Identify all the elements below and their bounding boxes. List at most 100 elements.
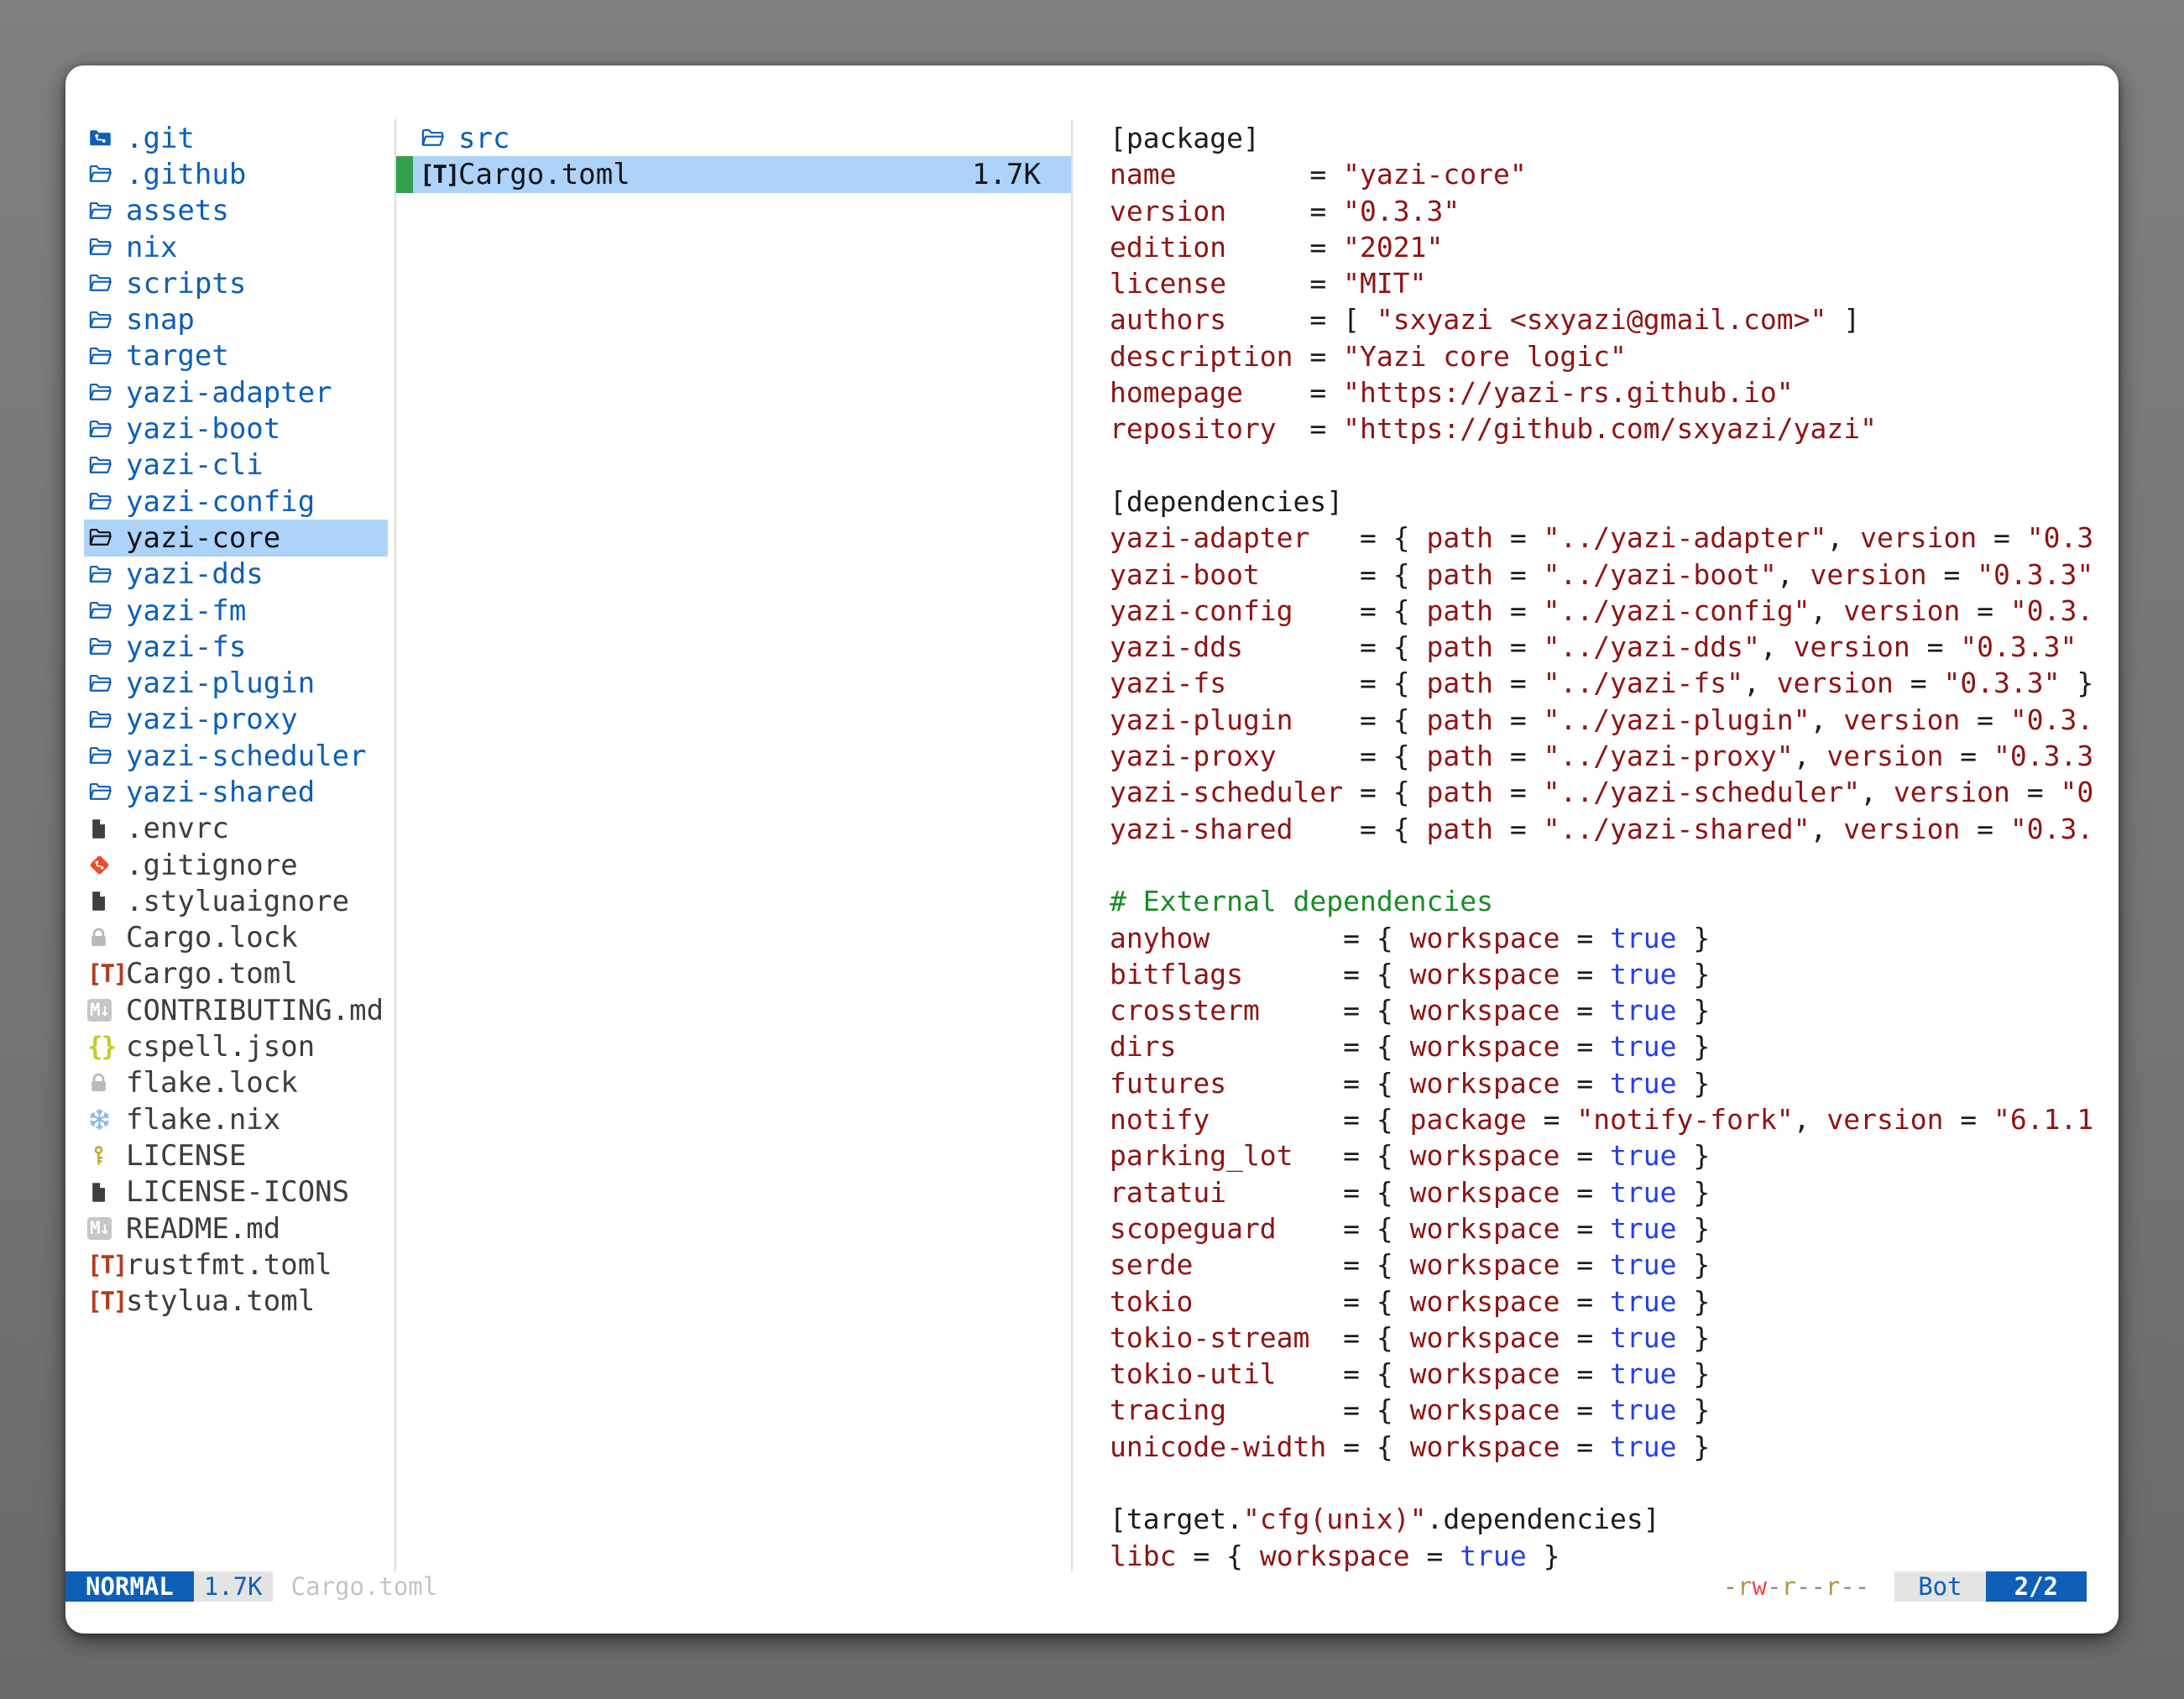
preview-line: authors = [ "sxyazi <sxyazi@gmail.com>" … [1110, 301, 2119, 337]
dir-row[interactable]: yazi-config [84, 484, 388, 520]
file-row[interactable]: flake.nix [84, 1101, 388, 1137]
file-row[interactable]: [T]Cargo.toml [84, 956, 388, 992]
file-row[interactable]: LICENSE-ICONS [84, 1174, 388, 1210]
file-name: snap [126, 303, 195, 337]
pane-separator [1071, 119, 1073, 1571]
file-name: LICENSE-ICONS [126, 1175, 349, 1209]
folder-icon [87, 489, 126, 515]
preview-line: # External dependencies [1110, 883, 2119, 919]
dir-row[interactable]: yazi-shared [84, 774, 388, 810]
preview-line: libc = { workspace = true } [1110, 1538, 2119, 1571]
dir-row[interactable]: yazi-core [84, 520, 388, 556]
git-icon [87, 853, 126, 877]
status-right-group: -rw-r--r-- Bot 2/2 [1723, 1571, 2087, 1602]
dir-row[interactable]: yazi-dds [84, 557, 388, 593]
preview-line: edition = "2021" [1110, 229, 2119, 265]
file-name: yazi-proxy [126, 703, 298, 736]
braces-icon: {} [87, 1032, 126, 1062]
folder-icon [87, 307, 126, 333]
file-name: yazi-cli [126, 448, 264, 482]
dir-row[interactable]: snap [84, 301, 388, 337]
file-row[interactable]: M↓README.md [84, 1210, 388, 1247]
file-row[interactable]: Cargo.lock [84, 920, 388, 956]
file-row[interactable]: .gitignore [84, 847, 388, 883]
dir-row[interactable]: scripts [84, 265, 388, 301]
preview-pane[interactable]: [package]name = "yazi-core"version = "0.… [1110, 120, 2119, 1571]
dir-row[interactable]: .github [84, 156, 388, 192]
dir-row[interactable]: assets [84, 193, 388, 229]
toml-icon: [T] [420, 160, 458, 189]
file-row[interactable]: [T]stylua.toml [84, 1283, 388, 1320]
preview-line: tokio-util = { workspace = true } [1110, 1356, 2119, 1392]
dir-row[interactable]: yazi-plugin [84, 665, 388, 701]
file-size-badge: 1.7K [194, 1571, 273, 1602]
preview-line: description = "Yazi core logic" [1110, 338, 2119, 374]
selection-marker [396, 120, 413, 156]
dir-row[interactable]: yazi-fs [84, 629, 388, 665]
preview-line: yazi-adapter = { path = "../yazi-adapter… [1110, 520, 2119, 556]
dir-row[interactable]: .git [84, 120, 388, 156]
dir-row[interactable]: nix [84, 229, 388, 265]
lock-icon [87, 1071, 126, 1095]
file-name: yazi-scheduler [126, 740, 367, 773]
file-row[interactable]: flake.lock [84, 1065, 388, 1101]
file-name: README.md [126, 1212, 280, 1246]
preview-line: tokio = { workspace = true } [1110, 1283, 2119, 1320]
preview-line: [dependencies] [1110, 484, 2119, 520]
dir-row[interactable]: yazi-scheduler [84, 738, 388, 774]
file-name: .github [126, 158, 246, 191]
dir-row[interactable]: yazi-fm [84, 593, 388, 629]
file-name: yazi-fs [126, 630, 246, 664]
permissions-text: -rw-r--r-- [1723, 1572, 1870, 1601]
file-icon [87, 817, 126, 841]
folder-icon [87, 707, 126, 733]
file-row[interactable]: [T]rustfmt.toml [84, 1247, 388, 1283]
parent-pane: .git.githubassetsnixscriptssnaptargetyaz… [84, 120, 388, 1320]
git-folder-icon [87, 125, 126, 151]
preview-line: anyhow = { workspace = true } [1110, 920, 2119, 956]
toml-icon: [T] [87, 959, 126, 988]
file-name: flake.lock [126, 1066, 298, 1100]
folder-icon [87, 416, 126, 442]
preview-line: crossterm = { workspace = true } [1110, 992, 2119, 1028]
preview-line: dirs = { workspace = true } [1110, 1028, 2119, 1064]
dir-row[interactable]: target [84, 338, 388, 374]
folder-icon [87, 598, 126, 624]
folder-icon [87, 779, 126, 805]
file-name: rustfmt.toml [126, 1248, 332, 1282]
folder-icon [87, 671, 126, 697]
file-name: cspell.json [126, 1030, 315, 1064]
dir-row[interactable]: yazi-proxy [84, 702, 388, 738]
file-name: target [126, 339, 229, 373]
file-row[interactable]: {}cspell.json [84, 1028, 388, 1064]
preview-line: [package] [1110, 120, 2119, 156]
file-name: .envrc [126, 812, 229, 845]
mode-badge: NORMAL [65, 1571, 194, 1602]
folder-icon [420, 125, 458, 151]
folder-icon [87, 634, 126, 660]
dir-row[interactable]: yazi-adapter [84, 374, 388, 410]
dir-row[interactable]: yazi-boot [84, 410, 388, 447]
file-row[interactable]: .styluaignore [84, 883, 388, 919]
file-name: nix [126, 231, 177, 264]
file-row[interactable]: .envrc [84, 811, 388, 847]
file-name: assets [126, 194, 229, 227]
preview-line: notify = { package = "notify-fork", vers… [1110, 1101, 2119, 1137]
file-name: yazi-fm [126, 594, 246, 628]
snowflake-icon [87, 1107, 126, 1132]
file-position-badge: 2/2 [1986, 1571, 2087, 1602]
file-name: yazi-adapter [126, 376, 332, 410]
dir-row[interactable]: src [396, 120, 1071, 156]
dir-row[interactable]: yazi-cli [84, 447, 388, 484]
folder-icon [87, 379, 126, 405]
file-name: yazi-core [126, 521, 280, 555]
folder-icon [87, 452, 126, 478]
file-name: .styluaignore [126, 885, 349, 918]
file-row[interactable]: [T]Cargo.toml1.7K [396, 156, 1071, 192]
file-row[interactable]: M↓CONTRIBUTING.md [84, 992, 388, 1028]
folder-icon [87, 270, 126, 296]
preview-line: scopeguard = { workspace = true } [1110, 1210, 2119, 1247]
file-row[interactable]: LICENSE [84, 1137, 388, 1174]
file-name: stylua.toml [126, 1284, 315, 1318]
file-name: yazi-dds [126, 557, 264, 591]
